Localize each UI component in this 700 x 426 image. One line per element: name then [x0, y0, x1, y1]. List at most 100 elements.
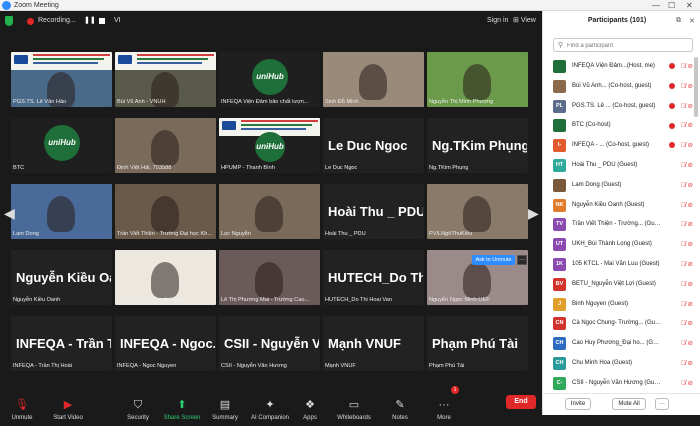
participant-row[interactable]: I- INFEQA - ... (Co-host, guest) 🎙̸ ⊘ [543, 136, 700, 156]
mic-muted-icon[interactable]: 🎙̸ [681, 261, 686, 268]
share-screen-button[interactable]: ⬆ Share Screen [162, 393, 202, 426]
participant-row[interactable]: Bùi Vũ Anh... (Co-host, guest) 🎙̸ ⊘ [543, 77, 700, 97]
participant-video-tile[interactable]: Nguyễn Kiều Oa... Nguyễn Kiều Oanh [11, 250, 112, 305]
mute-all-button[interactable]: Mute All [612, 398, 646, 410]
participant-video-tile[interactable]: Hoài Thu _ PDU Hoài Thu _ PDU [323, 184, 424, 239]
participant-row[interactable]: 1K 105 KTCL - Mai Văn Luu (Guest) 🎙̸ ⊘ [543, 255, 700, 275]
video-off-icon[interactable]: ⊘ [688, 182, 693, 189]
more-button[interactable]: ··· More [424, 393, 464, 426]
ask-to-unmute-button[interactable]: Ask to Unmute [472, 255, 515, 265]
participant-video-tile[interactable]: Định Việt Hải, 703588 [115, 118, 216, 173]
mic-muted-icon[interactable]: 🎙̸ [681, 301, 686, 308]
mic-muted-icon[interactable]: 🎙̸ [681, 221, 686, 228]
video-off-icon[interactable]: ⊘ [688, 63, 693, 70]
participant-row[interactable]: BTC (Co-host) 🎙̸ ⊘ [543, 116, 700, 136]
participant-row[interactable]: BV BETU_Nguyễn Việt Lợi (Guest) 🎙̸ ⊘ [543, 275, 700, 295]
participant-row[interactable]: PL PGS.TS. Lê ... (Co-host, guest) 🎙̸ ⊘ [543, 97, 700, 117]
mic-muted-icon[interactable]: 🎙̸ [681, 380, 686, 387]
participant-video-tile[interactable]: Lọc Nguyễn [219, 184, 320, 239]
video-off-icon[interactable]: ⊘ [688, 340, 693, 347]
participant-row[interactable]: Lam Dong (Guest) 🎙̸ ⊘ [543, 176, 700, 196]
participant-row[interactable]: UT UKH_Bùi Thành Long (Guest) 🎙̸ ⊘ [543, 235, 700, 255]
mic-muted-icon[interactable]: 🎙̸ [681, 320, 686, 327]
participant-video-tile[interactable]: Lam Dong [11, 184, 112, 239]
mic-muted-icon[interactable]: 🎙̸ [681, 182, 686, 189]
participant-video-tile[interactable]: uniHub HPUMP - Thanh Bình [219, 118, 320, 173]
participant-video-tile[interactable]: Bùi Vũ Anh - VNUH [115, 52, 216, 107]
mic-muted-icon[interactable]: 🎙̸ [681, 63, 686, 70]
summary-button[interactable]: ▤ Summary [205, 393, 245, 426]
video-off-icon[interactable]: ⊘ [688, 380, 693, 387]
start-video-button[interactable]: ▶ Start Video [48, 393, 88, 426]
participant-row[interactable]: TV Trần Viết Thiện - Trường... (Guest) 🎙̸ … [543, 215, 700, 235]
mic-muted-icon[interactable]: 🎙̸ [681, 122, 686, 129]
participant-video-tile[interactable]: UEB_Đào Thị Thanh Huyền [115, 250, 216, 305]
whiteboards-button[interactable]: ▭ Whiteboards [332, 393, 376, 426]
invite-button[interactable]: Invite [565, 398, 591, 410]
mic-muted-icon[interactable]: 🎙̸ [681, 281, 686, 288]
participant-row[interactable]: J Binh Nguyen (Guest) 🎙̸ ⊘ [543, 295, 700, 315]
close-panel-icon[interactable]: ✕ [689, 17, 695, 25]
participant-video-tile[interactable]: Le Duc Ngoc Le Duc Ngoc [323, 118, 424, 173]
mic-muted-icon[interactable]: 🎙̸ [681, 360, 686, 367]
apps-button[interactable]: ❖ Apps [290, 393, 330, 426]
participant-row[interactable]: CH Chu Minh Hoa (Guest) 🎙̸ ⊘ [543, 354, 700, 374]
participant-video-tile[interactable]: PV/LNgôThuKiều [427, 184, 528, 239]
popout-icon[interactable]: ⧉ [676, 17, 681, 25]
video-off-icon[interactable]: ⊘ [688, 301, 693, 308]
next-page-arrow-icon[interactable]: ▶ [528, 206, 539, 220]
participant-search[interactable]: ⚲ [553, 38, 693, 52]
stop-recording-icon[interactable] [99, 18, 105, 24]
participant-list-scrollbar[interactable] [694, 57, 698, 117]
video-off-icon[interactable]: ⊘ [688, 360, 693, 367]
pause-recording-icon[interactable]: ❚❚ [84, 15, 96, 27]
participant-video-tile[interactable]: INFEQA - Ngoc... INFEQA - Ngoc Nguyen [115, 316, 216, 371]
participant-video-tile[interactable]: Sinh Đỗ Minh [323, 52, 424, 107]
participant-row[interactable]: CN Cà Ngọc Chung- Trường... (Guest) 🎙̸ ⊘ [543, 314, 700, 334]
participant-video-tile[interactable]: HUTECH_Do Thi... HUTECH_Do Thi Hoai Van [323, 250, 424, 305]
participant-video-tile[interactable]: Ng.TKim Phụng Ng.TKim Phụng [427, 118, 528, 173]
unmute-button[interactable]: 🎙 Unmute [2, 393, 42, 426]
mic-muted-icon[interactable]: 🎙̸ [681, 162, 686, 169]
video-off-icon[interactable]: ⊘ [688, 103, 693, 110]
tile-more-options-icon[interactable]: ··· [517, 255, 527, 265]
participant-video-tile[interactable]: uniHub BTC [11, 118, 112, 173]
participant-row[interactable]: CH Cao Huy Phương_Đại ho... (Guest) 🎙̸ ⊘ [543, 334, 700, 354]
video-off-icon[interactable]: ⊘ [688, 221, 693, 228]
notes-button[interactable]: ✎ Notes [380, 393, 420, 426]
mic-muted-icon[interactable]: 🎙̸ [681, 340, 686, 347]
mic-muted-icon[interactable]: 🎙̸ [681, 83, 686, 90]
video-off-icon[interactable]: ⊘ [688, 142, 693, 149]
mic-muted-icon[interactable]: 🎙̸ [681, 202, 686, 209]
video-off-icon[interactable]: ⊘ [688, 122, 693, 129]
participant-row[interactable]: C- CSII - Nguyễn Văn Hương (Guest) 🎙̸ ⊘ [543, 374, 700, 394]
end-meeting-button[interactable]: End [506, 395, 536, 409]
participant-video-tile[interactable]: Mạnh VNUF Mạnh VNUF [323, 316, 424, 371]
participant-video-tile[interactable]: CSII - Nguyễn V... CSII - Nguyễn Văn Hươn… [219, 316, 320, 371]
participant-search-input[interactable] [567, 40, 687, 51]
participant-video-tile[interactable]: INFEQA - Trần T... INFEQA - Trần Thị Hoài [11, 316, 112, 371]
video-off-icon[interactable]: ⊘ [688, 162, 693, 169]
language-label[interactable]: VI [114, 15, 121, 27]
security-shield-icon[interactable] [5, 16, 13, 26]
participant-video-tile[interactable]: PGS.TS. Lê Văn Hảo [11, 52, 112, 107]
mic-muted-icon[interactable]: 🎙̸ [681, 142, 686, 149]
video-off-icon[interactable]: ⊘ [688, 320, 693, 327]
video-off-icon[interactable]: ⊘ [688, 241, 693, 248]
participant-video-tile[interactable]: Nguyễn Thị Minh Phượng [427, 52, 528, 107]
mic-muted-icon[interactable]: 🎙̸ [681, 103, 686, 110]
video-off-icon[interactable]: ⊘ [688, 261, 693, 268]
prev-page-arrow-icon[interactable]: ◀ [4, 206, 15, 220]
panel-more-button[interactable]: ··· [655, 398, 669, 410]
participant-video-tile[interactable]: uniHub INFEQA Viện Đảm bảo chất lượn... [219, 52, 320, 107]
video-off-icon[interactable]: ⊘ [688, 83, 693, 90]
minimize-icon[interactable]: — [652, 0, 660, 11]
participant-row[interactable]: HT Hoài Thu _ PDU (Guest) 🎙̸ ⊘ [543, 156, 700, 176]
security-button[interactable]: ⛉ Security [118, 393, 158, 426]
mic-muted-icon[interactable]: 🎙̸ [681, 241, 686, 248]
video-off-icon[interactable]: ⊘ [688, 202, 693, 209]
sign-in-link[interactable]: Sign in [487, 15, 508, 27]
participant-video-tile[interactable]: Phạm Phú Tài Phạm Phú Tài [427, 316, 528, 371]
participant-row[interactable]: NK Nguyễn Kiều Oanh (Guest) 🎙̸ ⊘ [543, 196, 700, 216]
view-button[interactable]: ⊞ View [513, 15, 536, 27]
